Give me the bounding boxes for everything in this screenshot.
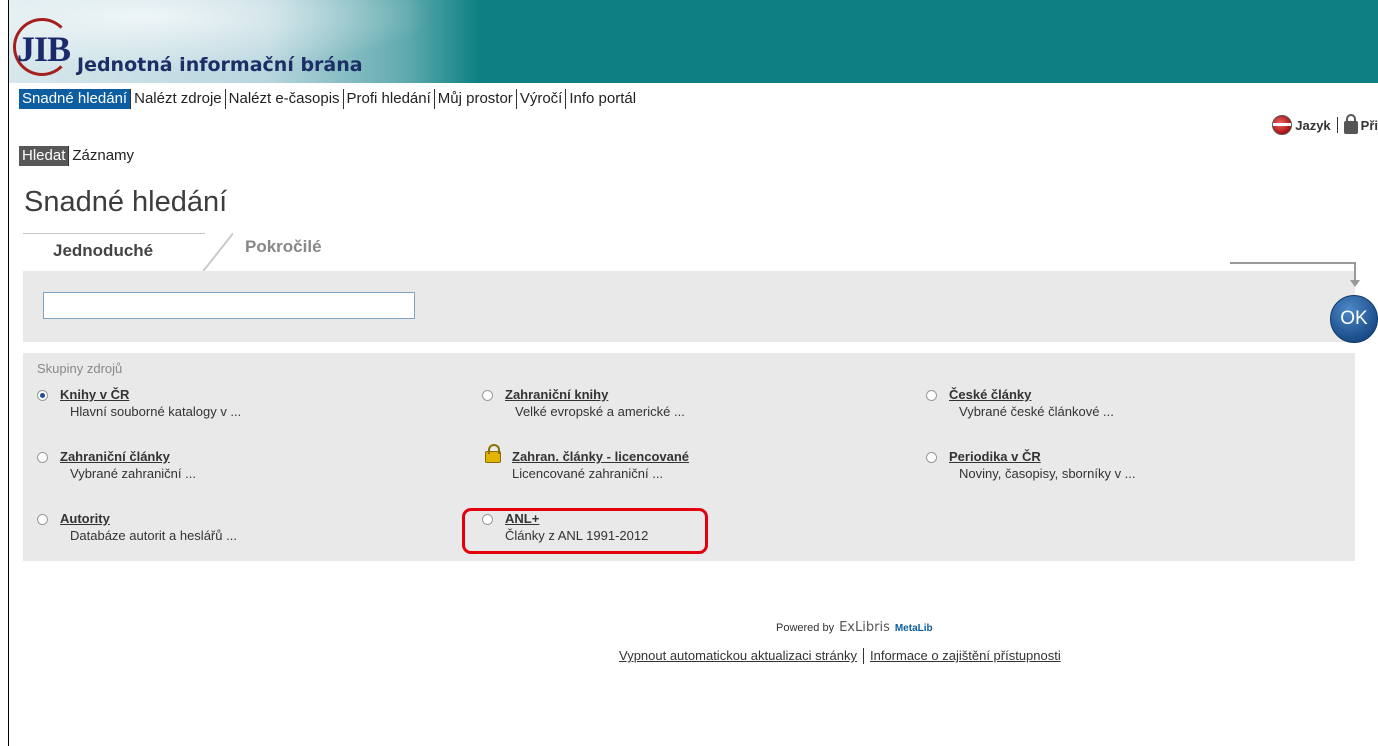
radio-button[interactable] [926, 452, 937, 463]
ok-button[interactable]: OK [1330, 295, 1378, 343]
disable-auto-refresh-link[interactable]: Vypnout automatickou aktualizaci stránky [613, 648, 863, 664]
group-description: Licencované zahraniční ... [512, 466, 664, 481]
login-link[interactable]: Při [1361, 118, 1378, 133]
logo: JIB [17, 29, 71, 69]
accessibility-info-link[interactable]: Informace o zajištění přístupnosti [864, 648, 1067, 664]
group-label[interactable]: Knihy v ČR [60, 387, 129, 402]
group-description: Databáze autorit a heslářů ... [70, 528, 237, 543]
padlock-icon [485, 444, 501, 463]
separator [1336, 117, 1338, 133]
search-input[interactable] [43, 292, 415, 319]
radio-button[interactable] [37, 452, 48, 463]
group-description: Vybrané české článkové ... [959, 404, 1114, 419]
powered-by: Powered by ExLibris MetaLib [776, 620, 933, 635]
group-label[interactable]: Periodika v ČR [949, 449, 1041, 464]
metalib-logo: MetaLib [894, 623, 933, 634]
nav-item-anniversary[interactable]: Výročí [517, 89, 567, 109]
group-label[interactable]: Zahran. články - licencované [512, 449, 689, 464]
header-banner: JIB Jednotná informační brána [9, 0, 1378, 83]
search-tabs: Jednoduché Pokročilé [23, 233, 1363, 271]
language-link[interactable]: Jazyk [1295, 118, 1330, 133]
sub-nav: Hledat Záznamy [19, 146, 137, 166]
arrow-line [1354, 262, 1356, 282]
subnav-item-search[interactable]: Hledat [19, 146, 70, 166]
exlibris-logo: ExLibris [839, 620, 890, 635]
subnav-item-records[interactable]: Záznamy [69, 146, 137, 166]
group-description: Vybrané zahraniční ... [70, 466, 196, 481]
page-title: Snadné hledání [24, 186, 228, 218]
globe-flag-icon[interactable] [1272, 115, 1293, 135]
nav-item-find-ejournal[interactable]: Nalézt e-časopis [226, 89, 344, 109]
frame-border [8, 0, 9, 746]
portal-title: Jednotná informační brána [77, 54, 363, 76]
group-label[interactable]: České články [949, 387, 1031, 402]
tab-advanced[interactable]: Pokročilé [245, 237, 322, 257]
main-nav: Snadné hledání Nalézt zdroje Nalézt e-ča… [19, 89, 639, 109]
footer-links: Vypnout automatickou aktualizaci stránky… [613, 648, 1067, 664]
group-description: Hlavní souborné katalogy v ... [70, 404, 242, 419]
group-label[interactable]: Zahraniční knihy [505, 387, 608, 402]
powered-by-label: Powered by [776, 622, 835, 634]
group-label[interactable]: Autority [60, 511, 110, 526]
tab-divider [203, 233, 233, 271]
nav-item-easy-search[interactable]: Snadné hledání [19, 89, 132, 109]
group-description: Noviny, časopisy, sborníky v ... [959, 466, 1136, 481]
nav-item-pro-search[interactable]: Profi hledání [344, 89, 435, 109]
group-label[interactable]: Zahraniční články [60, 449, 170, 464]
tab-simple[interactable]: Jednoduché [23, 233, 205, 269]
user-toolbar: Jazyk Při [1272, 114, 1378, 135]
lock-icon[interactable] [1343, 114, 1358, 134]
arrow-down-icon [1350, 280, 1360, 287]
radio-button[interactable] [37, 390, 48, 401]
nav-item-my-space[interactable]: Můj prostor [435, 89, 517, 109]
radio-button[interactable] [482, 390, 493, 401]
nav-item-info-portal[interactable]: Info portál [566, 89, 639, 109]
group-description: Velké evropské a americké ... [515, 404, 685, 419]
highlight-annotation [462, 508, 708, 554]
search-panel [23, 271, 1355, 342]
nav-item-find-resources[interactable]: Nalézt zdroje [131, 89, 226, 109]
groups-title: Skupiny zdrojů [37, 361, 123, 376]
arrow-line [1230, 262, 1356, 264]
radio-button[interactable] [37, 514, 48, 525]
radio-button[interactable] [926, 390, 937, 401]
